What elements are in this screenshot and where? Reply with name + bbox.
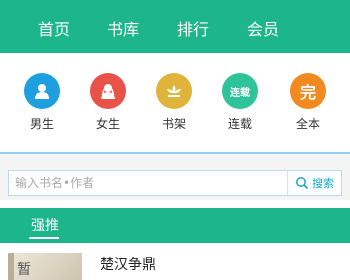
category-label: 全本 xyxy=(295,117,320,131)
category-label: 女生 xyxy=(95,117,120,131)
nav-ranking[interactable]: 排行 xyxy=(177,16,209,40)
male-user-icon xyxy=(24,73,60,109)
tab-underline xyxy=(29,237,59,239)
search-input[interactable] xyxy=(9,171,289,195)
category-female[interactable]: 女生 xyxy=(82,73,134,132)
book-title[interactable]: 楚汉争鼎 xyxy=(100,254,156,274)
category-label: 书架 xyxy=(161,117,186,131)
category-label: 连载 xyxy=(227,117,252,131)
nav-home[interactable]: 首页 xyxy=(38,16,70,40)
category-serializing[interactable]: 连载 连载 xyxy=(214,73,266,132)
nav-library[interactable]: 书库 xyxy=(107,16,139,40)
nav-membership[interactable]: 会员 xyxy=(247,16,279,40)
search-button-label: 搜索 xyxy=(312,177,334,190)
search-button[interactable]: 搜索 xyxy=(287,171,341,195)
category-row: 男生 女生 书架 连载 连载 完 全本 xyxy=(0,53,350,152)
book-list-item[interactable]: 暂 楚汉争鼎 xyxy=(0,243,350,280)
category-label: 男生 xyxy=(29,117,54,131)
top-nav-bar: 首页 书库 排行 会员 xyxy=(0,0,350,53)
cover-spine xyxy=(8,253,14,280)
book-cover[interactable]: 暂 xyxy=(8,253,82,280)
category-male[interactable]: 男生 xyxy=(16,73,68,132)
cover-text: 暂 xyxy=(17,262,31,278)
category-bookshelf[interactable]: 书架 xyxy=(148,73,200,132)
serializing-icon: 连载 xyxy=(222,73,258,109)
search-bar: 搜索 xyxy=(8,170,342,196)
bookshelf-lotus-icon xyxy=(156,73,192,109)
search-icon xyxy=(296,177,309,190)
category-complete[interactable]: 完 全本 xyxy=(282,73,334,132)
female-user-icon xyxy=(90,73,126,109)
section-header: 强推 xyxy=(0,208,350,243)
tab-recommend[interactable]: 强推 xyxy=(31,215,59,235)
complete-icon: 完 xyxy=(290,73,326,109)
